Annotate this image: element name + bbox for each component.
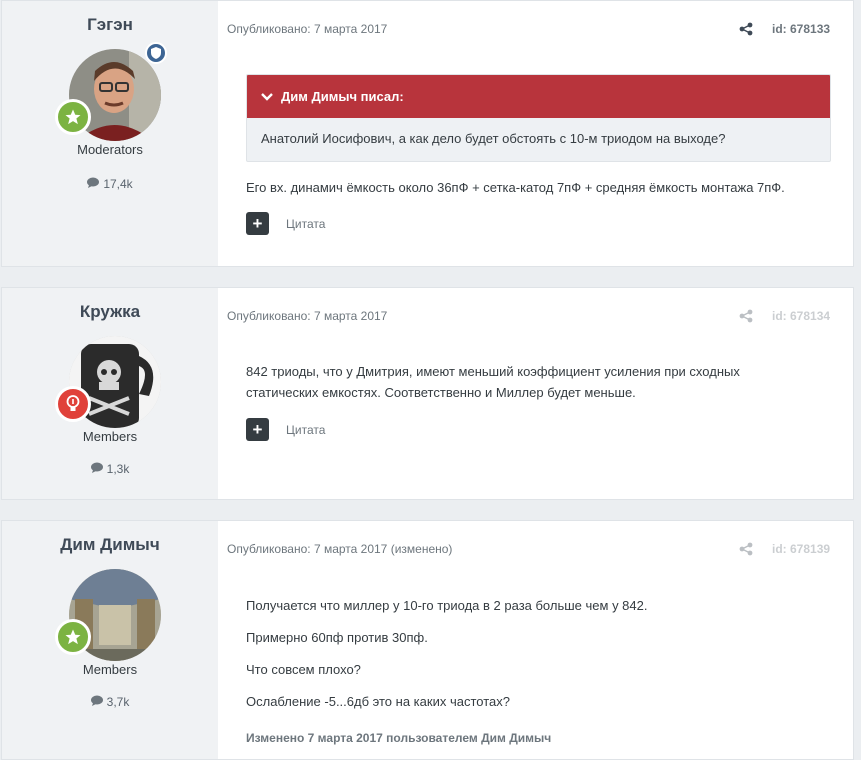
comment-icon xyxy=(90,462,103,476)
post-count-value: 3,7k xyxy=(106,695,130,709)
post-678134: Кружка Members 1,3k Опубликовано: 7 март… xyxy=(1,287,854,500)
plus-icon: + xyxy=(252,214,263,233)
comment-icon xyxy=(90,695,103,709)
star-icon xyxy=(55,99,91,135)
post-paragraph: Что совсем плохо? xyxy=(246,662,361,677)
member-group: Members xyxy=(82,662,138,677)
post-count-value: 1,3k xyxy=(106,462,130,476)
author-name[interactable]: Дим Димыч xyxy=(2,535,218,555)
lightbulb-icon xyxy=(55,386,91,422)
share-icon[interactable] xyxy=(739,22,753,36)
edited-marker: (изменено) xyxy=(390,542,453,556)
author-panel: Дим Димыч Members 3,7k xyxy=(2,521,218,759)
post-paragraph: Получается что миллер у 10-го триода в 2… xyxy=(246,598,648,613)
published-date[interactable]: Опубликовано: 7 марта 2017 xyxy=(227,309,387,323)
author-name[interactable]: Кружка xyxy=(2,302,218,322)
edited-note: Изменено 7 марта 2017 пользователем Дим … xyxy=(246,731,552,745)
quote-block: Дим Димыч писал: Анатолий Иосифович, а к… xyxy=(246,74,831,162)
post-paragraph: 842 триоды, что у Дмитрия, имеют меньший… xyxy=(246,364,740,379)
post-id[interactable]: id: 678133 xyxy=(772,22,830,36)
avatar-container xyxy=(55,569,161,661)
published-date[interactable]: Опубликовано: 7 марта 2017 (изменено) xyxy=(227,542,452,556)
post-paragraph: Ослабление -5...6дб это на каких частота… xyxy=(246,694,510,709)
chevron-down-icon xyxy=(261,89,273,104)
post-count: 3,7k xyxy=(2,695,218,709)
post-id[interactable]: id: 678134 xyxy=(772,309,830,323)
multiquote-button[interactable]: + xyxy=(246,418,269,441)
quote-author: Дим Димыч писал: xyxy=(281,89,404,104)
author-panel: Кружка Members 1,3k xyxy=(2,288,218,499)
post-count: 1,3k xyxy=(2,462,218,476)
multiquote-button[interactable]: + xyxy=(246,212,269,235)
comment-icon xyxy=(87,177,100,191)
post-count: 17,4k xyxy=(2,177,218,191)
quote-text: Анатолий Иосифович, а как дело будет обс… xyxy=(261,131,726,146)
quote-header[interactable]: Дим Димыч писал: xyxy=(247,75,830,118)
post-paragraph: Примерно 60пф против 30пф. xyxy=(246,630,428,645)
author-name[interactable]: Гэгэн xyxy=(2,15,218,35)
share-icon[interactable] xyxy=(739,309,753,323)
quote-button[interactable]: Цитата xyxy=(286,217,325,231)
member-group: Members xyxy=(82,429,138,444)
star-icon xyxy=(55,619,91,655)
share-icon[interactable] xyxy=(739,542,753,556)
plus-icon: + xyxy=(252,420,263,439)
published-date[interactable]: Опубликовано: 7 марта 2017 xyxy=(227,22,387,36)
post-paragraph: статических емкостях. Соответственно и М… xyxy=(246,385,636,400)
author-panel: Гэгэн Moderators 17,4k xyxy=(2,1,218,266)
post-paragraph: Его вх. динамич ёмкость около 36пФ + сет… xyxy=(246,180,785,195)
post-678139: Дим Димыч Members 3,7k Опубликовано: 7 м… xyxy=(1,520,854,760)
post-id[interactable]: id: 678139 xyxy=(772,542,830,556)
post-count-value: 17,4k xyxy=(103,177,133,191)
avatar-container xyxy=(55,336,161,428)
shield-icon xyxy=(145,42,167,64)
member-group: Moderators xyxy=(77,142,143,157)
quote-button[interactable]: Цитата xyxy=(286,423,325,437)
avatar-container xyxy=(55,42,167,141)
post-678133: Гэгэн Moderators 17,4k Опубликовано: 7 м… xyxy=(1,0,854,267)
